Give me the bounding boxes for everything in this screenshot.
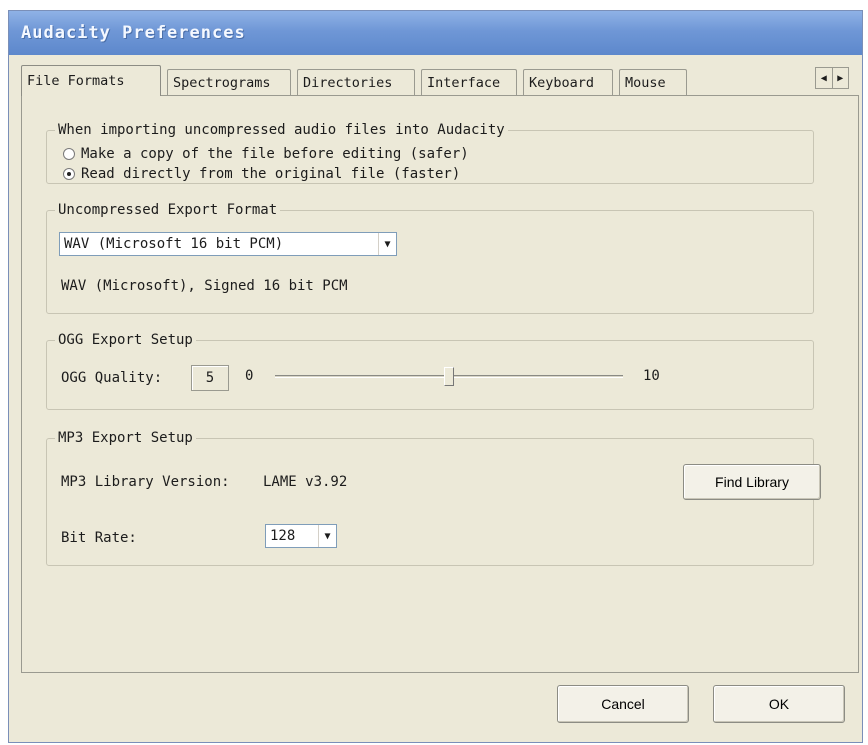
chevron-right-icon[interactable]: ▶: [831, 68, 849, 88]
tab-strip: File Formats Spectrograms Directories In…: [21, 63, 851, 96]
ogg-group: OGG Export Setup OGG Quality: 5 0 10: [46, 332, 814, 410]
tab-file-formats[interactable]: File Formats: [21, 65, 161, 96]
bitrate-select[interactable]: 128 ▼: [265, 524, 337, 548]
export-format-select[interactable]: WAV (Microsoft 16 bit PCM) ▼: [59, 232, 397, 256]
tab-directories[interactable]: Directories: [297, 69, 415, 95]
mp3-group: MP3 Export Setup MP3 Library Version: LA…: [46, 430, 821, 566]
preferences-dialog: Audacity Preferences File Formats Spectr…: [8, 10, 863, 743]
radio-checked-icon[interactable]: [63, 168, 75, 180]
export-format-group: Uncompressed Export Format WAV (Microsof…: [46, 202, 814, 314]
tab-interface[interactable]: Interface: [421, 69, 517, 95]
export-format-description: WAV (Microsoft), Signed 16 bit PCM: [61, 278, 348, 294]
export-format-legend: Uncompressed Export Format: [58, 202, 278, 218]
title-bar[interactable]: Audacity Preferences: [9, 11, 862, 55]
tab-spectrograms[interactable]: Spectrograms: [167, 69, 291, 95]
chevron-left-icon[interactable]: ◀: [816, 68, 832, 88]
radio-make-copy[interactable]: Make a copy of the file before editing (…: [63, 146, 469, 162]
mp3-library-version-label: MP3 Library Version:: [61, 474, 230, 490]
find-library-button[interactable]: Find Library: [683, 464, 821, 500]
ogg-slider-max-label: 10: [643, 368, 660, 384]
import-group: When importing uncompressed audio files …: [46, 122, 814, 184]
ogg-slider-min-label: 0: [245, 368, 254, 384]
radio-make-copy-label[interactable]: Make a copy of the file before editing (…: [81, 146, 469, 162]
chevron-down-icon[interactable]: ▼: [378, 233, 396, 255]
tab-keyboard[interactable]: Keyboard: [523, 69, 613, 95]
tab-scroll-buttons: ◀ ▶: [815, 67, 849, 89]
chevron-down-icon[interactable]: ▼: [318, 525, 336, 547]
window-title: Audacity Preferences: [21, 23, 246, 43]
radio-icon[interactable]: [63, 148, 75, 160]
export-format-value: WAV (Microsoft 16 bit PCM): [64, 236, 284, 252]
import-group-legend: When importing uncompressed audio files …: [58, 122, 505, 138]
mp3-group-legend: MP3 Export Setup: [58, 430, 193, 446]
cancel-button[interactable]: Cancel: [557, 685, 689, 723]
ogg-group-legend: OGG Export Setup: [58, 332, 193, 348]
bitrate-value: 128: [270, 528, 296, 544]
slider-thumb[interactable]: [444, 367, 454, 386]
mp3-library-version-value: LAME v3.92: [263, 474, 348, 490]
tab-mouse[interactable]: Mouse: [619, 69, 687, 95]
bitrate-label: Bit Rate:: [61, 530, 137, 546]
ogg-quality-label: OGG Quality:: [61, 370, 163, 386]
radio-read-directly-label[interactable]: Read directly from the original file (fa…: [81, 166, 460, 182]
ogg-quality-slider[interactable]: [275, 366, 623, 388]
ogg-quality-value: 5: [191, 365, 229, 391]
ok-button[interactable]: OK: [713, 685, 845, 723]
radio-read-directly[interactable]: Read directly from the original file (fa…: [63, 166, 460, 182]
file-formats-panel: When importing uncompressed audio files …: [21, 95, 859, 673]
